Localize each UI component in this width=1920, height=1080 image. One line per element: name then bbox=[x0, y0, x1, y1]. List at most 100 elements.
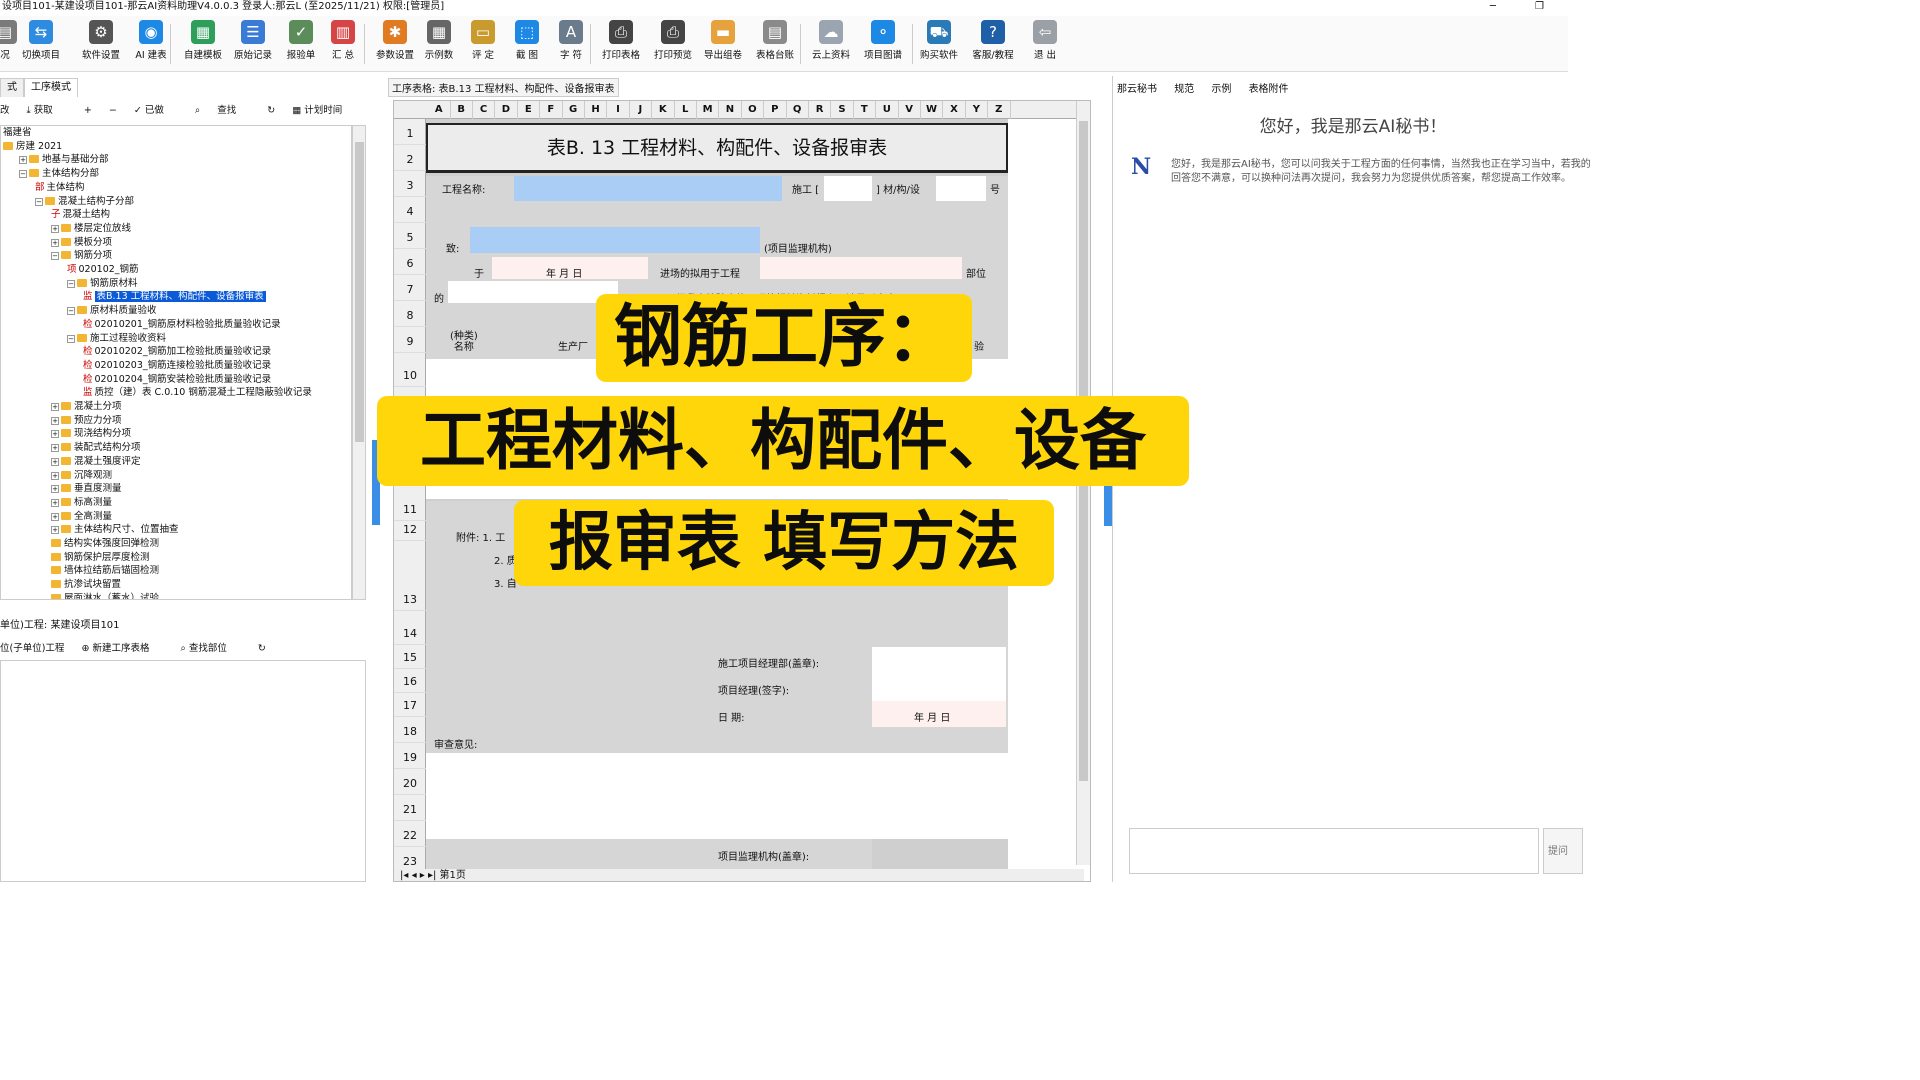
window-controls[interactable]: ─ ❐ bbox=[1490, 0, 1562, 14]
expand-toggle-icon[interactable]: + bbox=[51, 403, 59, 411]
tree-node[interactable]: − 钢筋分项 bbox=[51, 249, 112, 263]
toolbar-button-19[interactable]: ⛟ 购买软件 bbox=[914, 20, 964, 61]
expand-toggle-icon[interactable]: + bbox=[51, 416, 59, 425]
column-header[interactable]: Q bbox=[786, 101, 809, 119]
tree-node[interactable]: 福建省 bbox=[3, 126, 32, 140]
tree-node[interactable]: + 装配式结构分项 bbox=[51, 441, 141, 455]
column-header[interactable]: C bbox=[473, 101, 496, 119]
row-header[interactable]: 8 bbox=[394, 305, 426, 327]
column-header[interactable]: W bbox=[921, 101, 944, 119]
column-header[interactable]: J bbox=[630, 101, 653, 119]
tab-assistant[interactable]: 那云秘书 bbox=[1117, 84, 1157, 95]
tab-process-mode[interactable]: 工序模式 bbox=[24, 78, 78, 97]
row-header[interactable]: 2 bbox=[394, 149, 426, 171]
material-input[interactable] bbox=[448, 281, 618, 303]
tab-mode[interactable]: 式 bbox=[0, 78, 24, 97]
tree-node[interactable]: 钢筋保护层厚度检测 bbox=[51, 551, 150, 565]
row-header[interactable]: 7 bbox=[394, 279, 426, 301]
tree-node[interactable]: + 垂直度测量 bbox=[51, 482, 122, 496]
location-input[interactable] bbox=[760, 257, 962, 279]
row-header[interactable]: 22 bbox=[394, 825, 426, 847]
column-header[interactable]: L bbox=[674, 101, 697, 119]
toolbar-button-11[interactable]: ⬚ 截 图 bbox=[502, 20, 552, 61]
column-header[interactable]: X bbox=[943, 101, 966, 119]
toolbar-button-1[interactable]: ⇆ 切换项目 bbox=[16, 20, 66, 61]
column-header[interactable]: Z bbox=[988, 101, 1011, 119]
tree-node[interactable]: 检 02010202_钢筋加工检验批质量验收记录 bbox=[83, 345, 271, 359]
expand-toggle-icon[interactable]: + bbox=[51, 526, 59, 535]
tree-node[interactable]: − 钢筋原材料 bbox=[67, 277, 138, 291]
row-header[interactable]: 1 bbox=[394, 123, 426, 145]
new-process-table-button[interactable]: ⊕ 新建工序表格 bbox=[81, 643, 163, 654]
right-splitter-handle[interactable] bbox=[1104, 486, 1112, 526]
column-header[interactable]: G bbox=[562, 101, 585, 119]
toolbar-button-14[interactable]: ⎙ 打印预览 bbox=[648, 20, 698, 61]
column-header[interactable]: Y bbox=[966, 101, 989, 119]
column-header[interactable]: V bbox=[898, 101, 921, 119]
sheet-nav-arrows[interactable]: |◂ ◂ ▸ ▸| bbox=[400, 870, 440, 881]
pm-signature-input[interactable] bbox=[872, 647, 1006, 701]
tree-node[interactable]: 抗渗试块留置 bbox=[51, 578, 121, 592]
tree-node[interactable]: 墙体拉结筋后锚固检测 bbox=[51, 564, 159, 578]
tree-node[interactable]: + 主体结构尺寸、位置抽查 bbox=[51, 523, 179, 537]
find-button[interactable]: ⌕ 查找 bbox=[195, 105, 250, 116]
row-header[interactable]: 4 bbox=[394, 201, 426, 223]
sub-unit-button[interactable]: 位(子单位)工程 bbox=[0, 643, 64, 654]
tree-node[interactable]: 屋面淋水（蓄水）试验 bbox=[51, 592, 159, 599]
column-header[interactable]: A bbox=[428, 101, 451, 119]
toolbar-button-10[interactable]: ▭ 评 定 bbox=[458, 20, 508, 61]
row-header[interactable]: 13 bbox=[394, 589, 426, 611]
toolbar-button-5[interactable]: ☰ 原始记录 bbox=[228, 20, 278, 61]
column-header[interactable]: P bbox=[764, 101, 787, 119]
review-input[interactable] bbox=[426, 753, 1008, 839]
row-header[interactable]: 16 bbox=[394, 671, 426, 693]
ask-button[interactable]: 提问 bbox=[1543, 828, 1583, 874]
column-header[interactable]: I bbox=[607, 101, 630, 119]
row-header[interactable]: 11 bbox=[394, 499, 426, 521]
column-header[interactable]: S bbox=[831, 101, 854, 119]
row-header[interactable]: 10 bbox=[394, 365, 426, 387]
toolbar-button-18[interactable]: ⚬ 项目图谱 bbox=[858, 20, 908, 61]
done-button[interactable]: ✓ 已做 bbox=[134, 105, 178, 116]
expand-toggle-icon[interactable]: + bbox=[51, 512, 59, 521]
expand-toggle-icon[interactable]: + bbox=[51, 457, 59, 466]
toolbar-button-2[interactable]: ⚙ 软件设置 bbox=[76, 20, 126, 61]
column-header[interactable]: T bbox=[854, 101, 877, 119]
column-header[interactable]: H bbox=[585, 101, 608, 119]
row-header[interactable]: 18 bbox=[394, 721, 426, 743]
expand-toggle-icon[interactable]: − bbox=[67, 334, 75, 343]
column-header[interactable]: K bbox=[652, 101, 675, 119]
tree-node[interactable]: + 地基与基础分部 bbox=[19, 153, 109, 167]
tree-node[interactable]: 房建 2021 bbox=[3, 140, 62, 154]
tree-node[interactable]: + 标高测量 bbox=[51, 496, 112, 510]
tree-scroll-thumb[interactable] bbox=[355, 142, 364, 442]
row-header[interactable]: 14 bbox=[394, 623, 426, 645]
column-header[interactable]: O bbox=[742, 101, 765, 119]
add-button[interactable]: + bbox=[84, 105, 92, 116]
column-header[interactable]: E bbox=[518, 101, 541, 119]
column-header[interactable]: N bbox=[719, 101, 742, 119]
column-header[interactable]: F bbox=[540, 101, 563, 119]
column-header[interactable]: B bbox=[450, 101, 473, 119]
toolbar-button-15[interactable]: ▬ 导出组卷 bbox=[698, 20, 748, 61]
refresh-icon[interactable]: ↻ bbox=[267, 105, 275, 116]
tree-node[interactable]: − 施工过程验收资料 bbox=[67, 332, 166, 346]
tree-node[interactable]: − 混凝土结构子分部 bbox=[35, 195, 134, 209]
tree-node[interactable]: + 全高测量 bbox=[51, 510, 112, 524]
tree-node[interactable]: 结构实体强度回弹检测 bbox=[51, 537, 159, 551]
tree-node[interactable]: 部主体结构 bbox=[35, 181, 85, 195]
fetch-button[interactable]: ⤓ 获取 bbox=[27, 105, 67, 116]
sheet-page-tab[interactable]: 第1页 bbox=[440, 870, 466, 881]
sheet-tab-label[interactable]: 工序表格: 表B.13 工程材料、构配件、设备报审表 bbox=[388, 78, 619, 97]
tree-node[interactable]: + 现浇结构分项 bbox=[51, 427, 131, 441]
plan-time-button[interactable]: ▦ 计划时间 bbox=[292, 105, 356, 116]
row-header[interactable]: 5 bbox=[394, 227, 426, 249]
tree-node[interactable]: 监质控（建）表 C.0.10 钢筋混凝土工程隐蔽验收记录 bbox=[83, 386, 312, 400]
tree-node[interactable]: − 主体结构分部 bbox=[19, 167, 99, 181]
expand-toggle-icon[interactable]: − bbox=[19, 170, 27, 179]
toolbar-button-3[interactable]: ◉ AI 建表 bbox=[126, 20, 176, 61]
supervision-org-input[interactable] bbox=[470, 227, 760, 253]
construction-code-input[interactable] bbox=[824, 176, 872, 201]
tree-node[interactable]: + 混凝土分项 bbox=[51, 400, 122, 414]
project-name-input[interactable] bbox=[514, 176, 782, 201]
